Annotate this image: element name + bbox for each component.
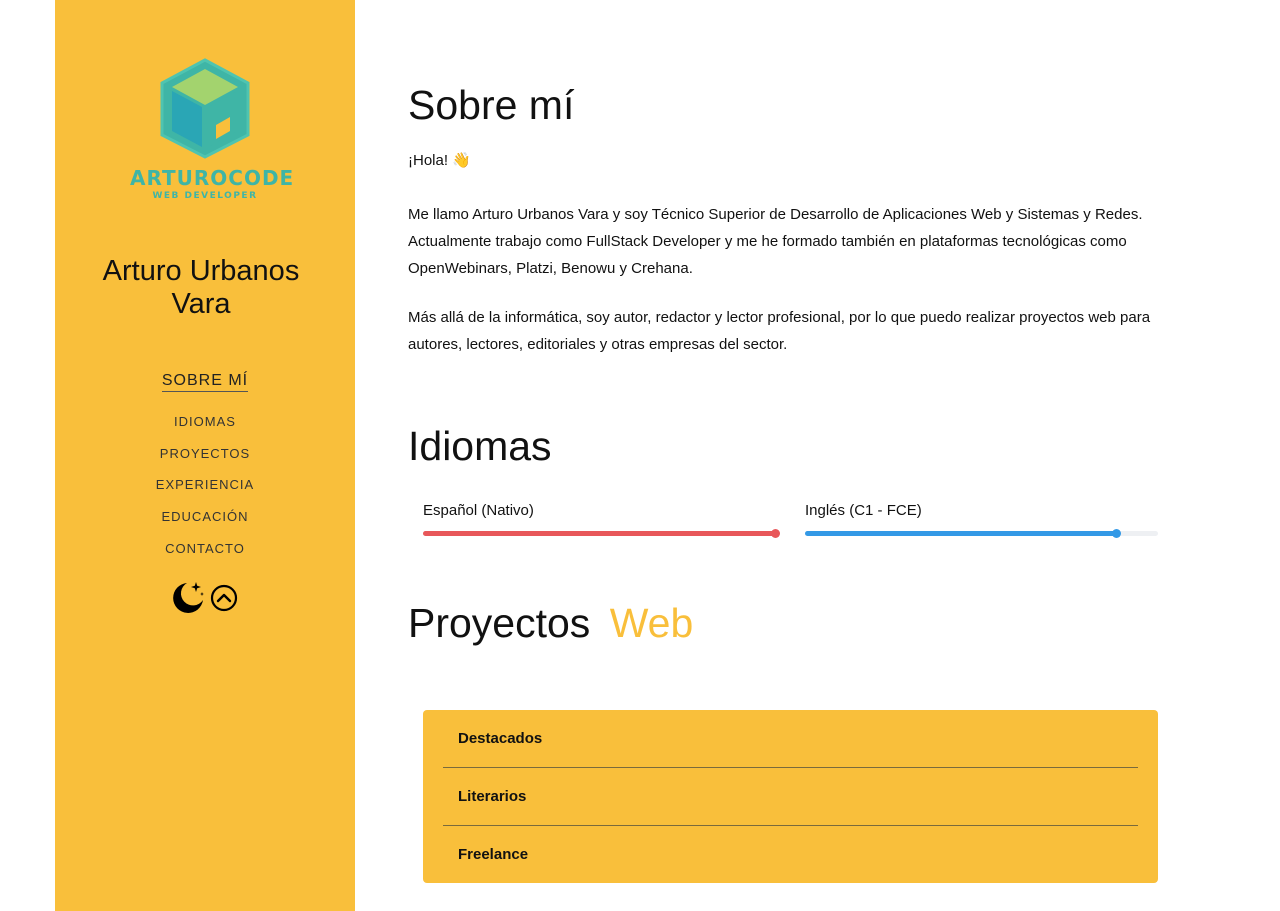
tab-literarios[interactable]: Literarios xyxy=(443,768,1138,825)
tab-destacados[interactable]: Destacados xyxy=(443,710,1138,767)
sidebar-nav: SOBRE MÍ IDIOMAS PROYECTOS EXPERIENCIA E… xyxy=(55,368,355,564)
language-label: Inglés (C1 - FCE) xyxy=(805,502,922,519)
chevron-up-circle-icon[interactable] xyxy=(210,584,238,617)
languages-heading: Idiomas xyxy=(408,423,552,469)
language-spanish: Español (Nativo) xyxy=(423,502,780,538)
cube-logo-icon xyxy=(160,58,250,159)
nav-item-proyectos[interactable]: PROYECTOS xyxy=(55,438,355,470)
arturocode-logo[interactable]: ARTUROCODE WEB DEVELOPER xyxy=(130,55,295,205)
about-paragraph-2: Más allá de la informática, soy autor, r… xyxy=(408,309,1151,353)
projects-heading-main: Proyectos xyxy=(408,600,591,646)
language-progress-track xyxy=(423,529,780,538)
nav-item-contacto[interactable]: CONTACTO xyxy=(55,533,355,565)
profile-name: Arturo Urbanos Vara xyxy=(55,255,347,321)
nav-item-educacion[interactable]: EDUCACIÓN xyxy=(55,501,355,533)
about-heading: Sobre mí xyxy=(408,82,575,128)
greeting-text: ¡Hola! 👋 xyxy=(408,152,471,169)
sidebar: ARTUROCODE WEB DEVELOPER Arturo Urbanos … xyxy=(55,0,355,911)
language-progress-bar xyxy=(423,529,780,538)
progress-knob xyxy=(1112,529,1122,538)
nav-item-experiencia[interactable]: EXPERIENCIA xyxy=(55,469,355,501)
projects-heading-accent: Web xyxy=(609,600,694,646)
profile-name-line2: Vara xyxy=(171,288,231,320)
tab-freelance[interactable]: Freelance xyxy=(443,826,1138,883)
moon-stars-icon[interactable] xyxy=(170,580,206,621)
language-english: Inglés (C1 - FCE) xyxy=(805,502,1158,538)
language-progress-track xyxy=(805,529,1158,538)
logo-subtitle: WEB DEVELOPER xyxy=(152,191,258,201)
logo-title: ARTUROCODE xyxy=(130,166,295,190)
language-label: Español (Nativo) xyxy=(423,502,534,519)
about-paragraph-1: Me llamo Arturo Urbanos Vara y soy Técni… xyxy=(408,206,1143,277)
sidebar-icons xyxy=(170,580,238,621)
language-progress-bar xyxy=(805,529,1122,538)
projects-accordion: Destacados Literarios Freelance xyxy=(423,710,1158,883)
projects-heading: Proyectos Web xyxy=(408,600,693,647)
progress-knob xyxy=(771,529,780,538)
nav-item-idiomas[interactable]: IDIOMAS xyxy=(55,406,355,438)
nav-item-sobre-mi[interactable]: SOBRE MÍ xyxy=(55,368,355,406)
profile-name-line1: Arturo Urbanos xyxy=(102,255,300,287)
